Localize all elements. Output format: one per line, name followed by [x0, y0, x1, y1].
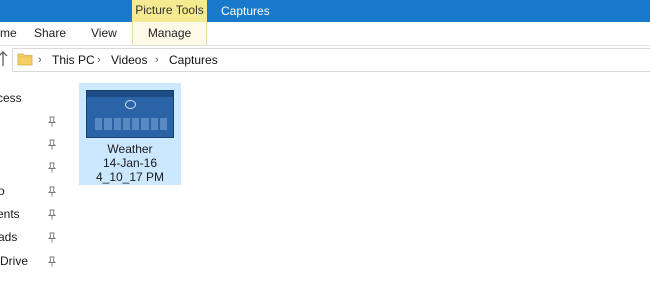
- nav-item-pinned-1[interactable]: [0, 111, 62, 131]
- pin-icon[interactable]: [47, 139, 57, 150]
- address-bar[interactable]: [12, 48, 650, 72]
- file-name-line: 14-Jan-16: [102, 156, 158, 170]
- nav-item-label: ents: [0, 207, 20, 221]
- tab-manage[interactable]: Manage: [132, 22, 207, 45]
- breadcrumb-separator-icon: ›: [38, 54, 42, 66]
- pin-icon[interactable]: [47, 186, 57, 197]
- up-arrow-icon[interactable]: [0, 50, 8, 68]
- title-bar: Picture Tools Captures: [0, 0, 650, 22]
- file-thumbnail: [86, 90, 174, 138]
- navigation-pane: ccess o ents ads Drive: [0, 74, 62, 291]
- pin-icon[interactable]: [47, 232, 57, 243]
- file-name-line: Weather: [107, 142, 153, 156]
- tab-share[interactable]: Share: [34, 22, 66, 45]
- file-item-weather[interactable]: Weather 14-Jan-16 4_10_17 PM: [79, 83, 181, 185]
- pin-icon[interactable]: [47, 162, 57, 173]
- tab-view[interactable]: View: [91, 22, 117, 45]
- nav-item-onedrive[interactable]: Drive: [0, 251, 62, 271]
- pin-icon[interactable]: [47, 209, 57, 220]
- file-name-line: 4_10_17 PM: [95, 170, 165, 184]
- file-name: Weather 14-Jan-16 4_10_17 PM: [80, 142, 180, 184]
- pin-icon[interactable]: [47, 256, 57, 267]
- weather-sun-icon: [125, 100, 136, 109]
- thumbnail-forecast: [95, 118, 167, 130]
- nav-item-label: ccess: [0, 91, 22, 105]
- nav-item-pinned-4[interactable]: o: [0, 181, 62, 201]
- window-title: Captures: [221, 4, 270, 18]
- picture-tools-context-label: Picture Tools: [132, 0, 207, 22]
- ribbon-tabs: me Share View Manage: [0, 22, 650, 46]
- nav-item-label: ads: [0, 230, 18, 244]
- thumbnail-header: [87, 91, 173, 97]
- breadcrumb-separator-icon: ›: [97, 54, 101, 66]
- nav-item-label: o: [0, 184, 5, 198]
- nav-item-documents[interactable]: ents: [0, 204, 62, 224]
- nav-item-label: Drive: [0, 254, 29, 268]
- breadcrumb-this-pc[interactable]: This PC: [52, 46, 95, 74]
- tab-home[interactable]: me: [0, 22, 17, 45]
- breadcrumb-captures[interactable]: Captures: [169, 46, 218, 74]
- nav-item-pinned-2[interactable]: [0, 134, 62, 154]
- breadcrumb-videos[interactable]: Videos: [111, 46, 147, 74]
- breadcrumb-separator-icon: ›: [155, 54, 159, 66]
- nav-item-quick-access[interactable]: ccess: [0, 88, 62, 108]
- folder-icon: [17, 53, 33, 66]
- pin-icon[interactable]: [47, 116, 57, 127]
- nav-item-pinned-3[interactable]: [0, 157, 62, 177]
- nav-item-downloads[interactable]: ads: [0, 227, 62, 247]
